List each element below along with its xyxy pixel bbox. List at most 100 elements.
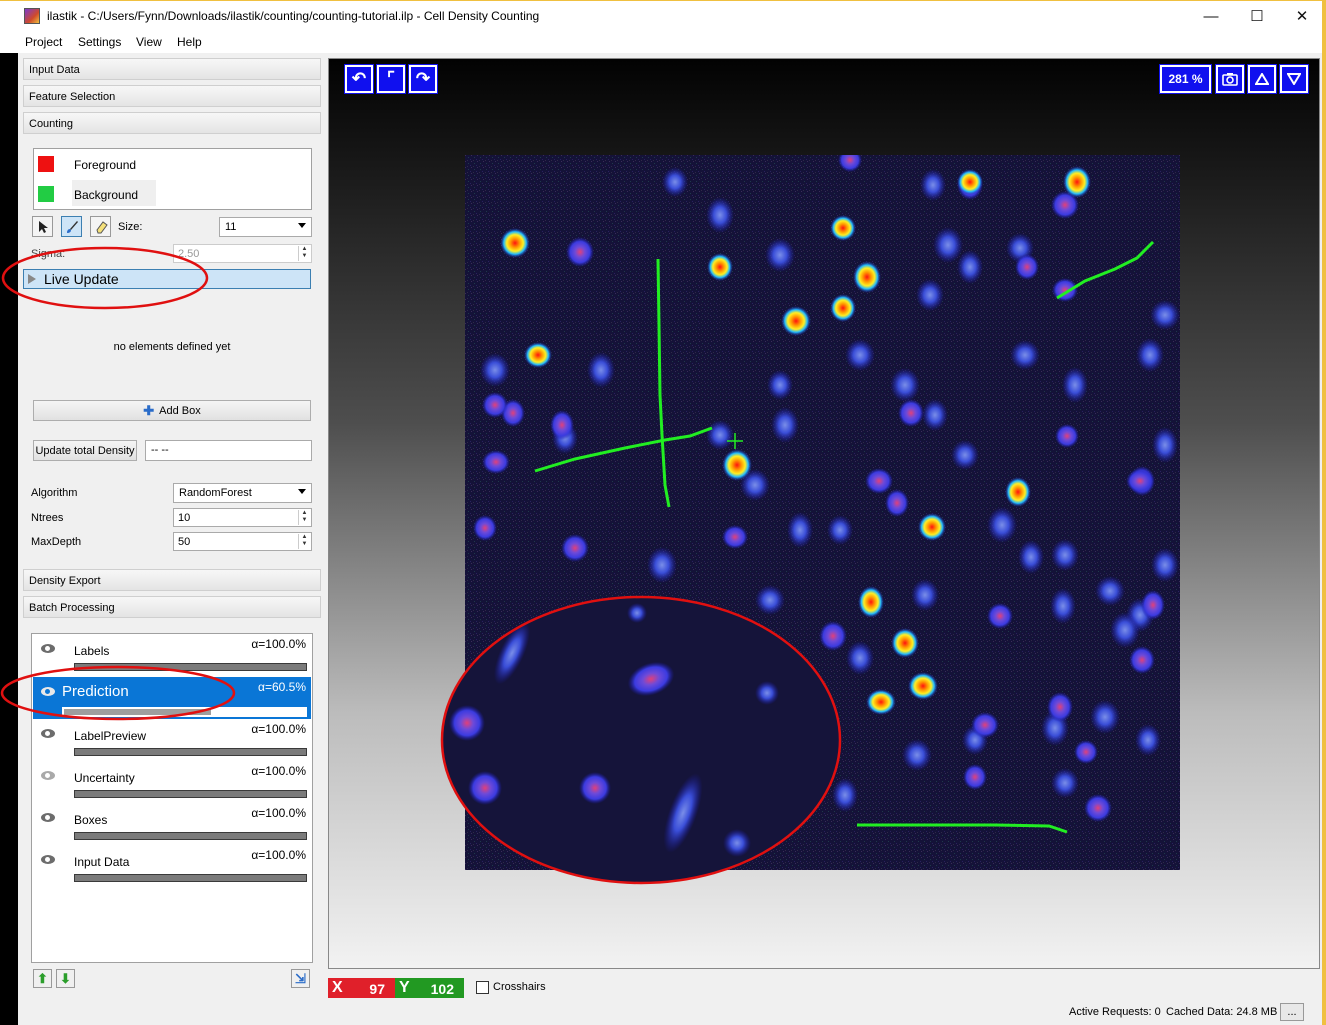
brush-tool-button[interactable]	[61, 216, 82, 237]
update-total-density-button[interactable]: Update total Density	[33, 440, 137, 461]
cell-blob	[951, 440, 979, 470]
algorithm-select[interactable]: RandomForest	[173, 483, 312, 503]
zoom-level-button[interactable]: 281 %	[1159, 64, 1212, 94]
maxdepth-label: MaxDepth	[31, 536, 82, 548]
cell-blob	[1090, 700, 1120, 734]
applet-counting[interactable]: Counting	[23, 112, 321, 134]
cell-blob	[1151, 548, 1179, 582]
arrow-down-icon: ⬇	[60, 970, 71, 986]
close-button[interactable]: ✕	[1279, 1, 1325, 31]
cell-blob	[707, 253, 733, 281]
cell-blob	[853, 261, 881, 293]
cell-blob	[911, 579, 939, 611]
layer-opacity: α=100.0%	[251, 637, 306, 651]
cell-blob	[898, 399, 924, 427]
applet-panel: Input Data Feature Selection Counting Fo…	[0, 53, 325, 1025]
cell-blob	[1074, 740, 1098, 764]
navigation-tool-button[interactable]	[32, 216, 53, 237]
layer-uncertainty[interactable]: Uncertainty α=100.0%	[33, 761, 311, 803]
cell-blob	[722, 525, 748, 549]
layer-down-button[interactable]: ⬇	[56, 969, 75, 988]
minimize-button[interactable]: —	[1188, 1, 1234, 31]
image-viewer[interactable]: ↶ ⌜ ↷ 281 %	[328, 58, 1320, 969]
cell-blob	[767, 370, 793, 400]
applet-input-data[interactable]: Input Data	[23, 58, 321, 80]
slice-down-button[interactable]	[1279, 64, 1309, 94]
cell-blob	[916, 279, 944, 311]
cell-blob	[922, 399, 948, 431]
rotate-left-button[interactable]: ↶	[344, 64, 374, 94]
cell-blob	[1126, 469, 1154, 493]
live-update-annotation-ellipse	[1, 246, 209, 310]
cell-blob	[1052, 278, 1078, 302]
menu-project[interactable]: Project	[25, 35, 62, 49]
magnified-cells	[442, 597, 840, 883]
layer-up-button[interactable]: ⬆	[33, 969, 52, 988]
menu-settings[interactable]: Settings	[78, 35, 121, 49]
maximize-button[interactable]: ☐	[1234, 1, 1280, 31]
cell-blob	[566, 237, 594, 267]
crosshairs-checkbox[interactable]	[476, 981, 489, 994]
eraser-tool-button[interactable]	[90, 216, 111, 237]
eye-icon[interactable]	[41, 729, 55, 738]
opacity-slider[interactable]	[74, 832, 307, 840]
rotate-right-button[interactable]: ↷	[408, 64, 438, 94]
triangle-up-icon	[1255, 73, 1269, 85]
paintbrush-icon	[66, 220, 78, 233]
cell-blob	[1141, 590, 1165, 620]
layer-input-data[interactable]: Input Data α=100.0%	[33, 845, 311, 887]
fit-view-button[interactable]: ⌜	[376, 64, 406, 94]
snapshot-button[interactable]	[1215, 64, 1245, 94]
cell-blob	[846, 641, 874, 675]
add-box-button[interactable]: ✚ Add Box	[33, 400, 311, 421]
prediction-annotation-ellipse	[0, 665, 236, 721]
magnifier-annotation-ellipse	[440, 595, 842, 885]
opacity-slider[interactable]	[74, 874, 307, 882]
brush-size-select[interactable]: 11	[219, 217, 312, 237]
layer-labelpreview[interactable]: LabelPreview α=100.0%	[33, 719, 311, 761]
slice-up-button[interactable]	[1247, 64, 1277, 94]
cell-blob	[845, 339, 875, 371]
menu-view[interactable]: View	[136, 35, 162, 49]
corner-icon: ⌜	[387, 69, 395, 88]
layer-opacity: α=100.0%	[251, 764, 306, 778]
y-value: 102	[430, 981, 454, 997]
total-density-field[interactable]: -- --	[145, 440, 312, 461]
cell-blob	[524, 342, 552, 368]
cell-blob	[787, 512, 813, 548]
chevron-down-icon	[298, 223, 306, 228]
cell-blob	[1062, 367, 1088, 403]
layer-boxes[interactable]: Boxes α=100.0%	[33, 803, 311, 845]
applet-density-export[interactable]: Density Export	[23, 569, 321, 591]
eye-icon[interactable]	[41, 644, 55, 653]
label-background[interactable]: Background	[74, 188, 138, 202]
brush-size-value: 11	[225, 221, 237, 233]
eye-icon[interactable]	[41, 813, 55, 822]
eye-icon[interactable]	[41, 855, 55, 864]
foreground-color-swatch[interactable]	[38, 156, 54, 172]
ntrees-spinbox[interactable]: 10 ▲ ▼	[173, 508, 312, 527]
brush-size-label: Size:	[118, 221, 143, 233]
cell-blob	[1015, 254, 1039, 280]
eraser-icon	[95, 220, 108, 233]
label-foreground[interactable]: Foreground	[74, 158, 136, 172]
cell-blob	[827, 515, 853, 545]
x-value: 97	[369, 981, 385, 997]
cell-blob	[1084, 794, 1112, 822]
background-color-swatch[interactable]	[38, 186, 54, 202]
cell-blob	[550, 410, 574, 440]
layer-export-button[interactable]: ⇲	[291, 969, 310, 988]
cache-details-button[interactable]: ...	[1280, 1003, 1304, 1021]
opacity-slider[interactable]	[74, 748, 307, 756]
applet-feature-selection[interactable]: Feature Selection	[23, 85, 321, 107]
eye-icon[interactable]	[41, 771, 55, 780]
maxdepth-spinbox[interactable]: 50 ▲ ▼	[173, 532, 312, 551]
cell-blob	[987, 507, 1017, 543]
applet-batch-processing[interactable]: Batch Processing	[23, 596, 321, 618]
layer-opacity: α=100.0%	[251, 722, 306, 736]
opacity-slider[interactable]	[74, 790, 307, 798]
cell-blob	[1051, 768, 1079, 798]
spin-arrows-icon: ▲ ▼	[298, 246, 310, 261]
menu-help[interactable]: Help	[177, 35, 202, 49]
cell-blob	[1129, 646, 1155, 674]
